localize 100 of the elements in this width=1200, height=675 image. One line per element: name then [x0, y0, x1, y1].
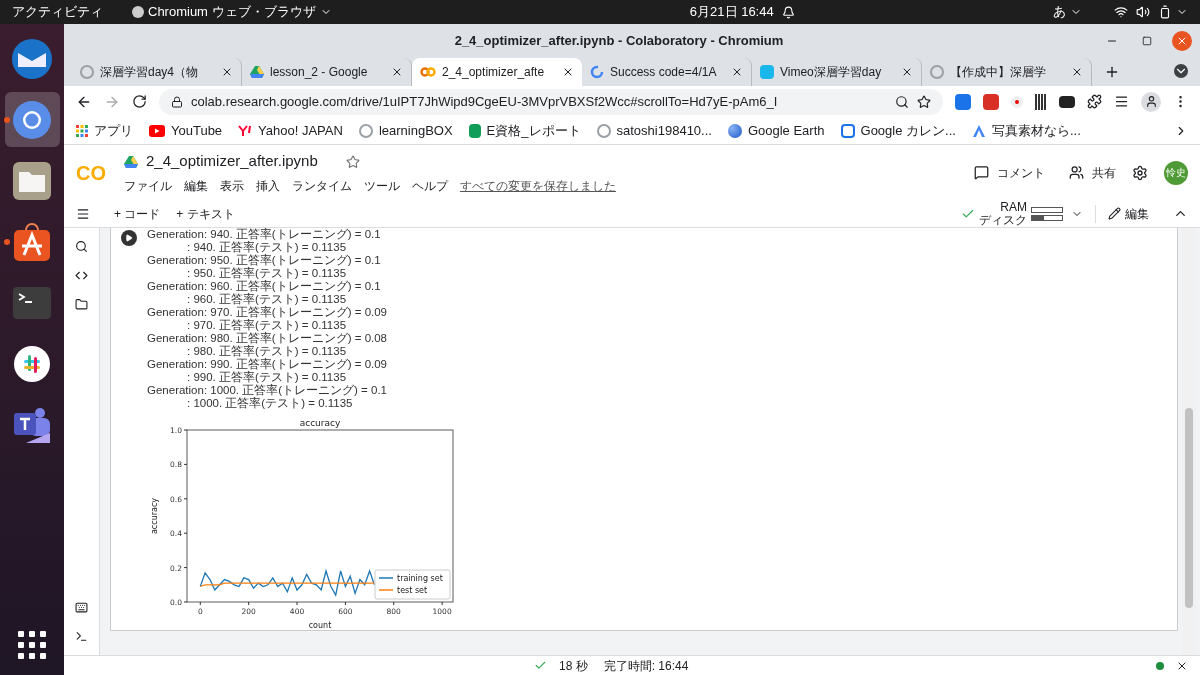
- extension-icon[interactable]: [1059, 95, 1075, 108]
- new-tab-icon[interactable]: [1104, 64, 1120, 80]
- bookmark[interactable]: E資格_レポート: [468, 120, 581, 141]
- bookmark[interactable]: Google カレン...: [840, 120, 956, 141]
- files-icon[interactable]: [75, 298, 88, 311]
- mail-app-icon[interactable]: [10, 36, 54, 81]
- bookmark[interactable]: YouTube: [149, 120, 223, 141]
- search-icon[interactable]: [75, 240, 88, 253]
- output-line: : 1000. 正答率(テスト) = 0.1135: [186, 397, 354, 410]
- person-icon: [1144, 95, 1158, 108]
- people-icon: [1069, 165, 1084, 180]
- output-line: Generation: 960. 正答率(トレーニング) = 0.1: [147, 280, 382, 293]
- code-snippets-icon[interactable]: [75, 269, 88, 282]
- shopping-bag-icon[interactable]: [12, 221, 52, 262]
- show-apps-grid-icon[interactable]: [18, 631, 46, 659]
- browser-icon[interactable]: [12, 99, 52, 140]
- maximize-icon[interactable]: [1142, 35, 1152, 46]
- bookmark-star-icon[interactable]: [917, 94, 931, 109]
- table-of-contents-icon[interactable]: [76, 206, 90, 221]
- tab-search-icon[interactable]: [1174, 64, 1188, 78]
- menu-item[interactable]: 表示: [220, 176, 244, 195]
- barcode-icon[interactable]: [1035, 93, 1047, 110]
- share-button[interactable]: 共有: [1069, 163, 1116, 182]
- close-tab-icon[interactable]: [1071, 66, 1083, 78]
- battery-icon[interactable]: [1158, 5, 1172, 19]
- execution-time: 18 秒: [559, 657, 588, 675]
- star-icon[interactable]: [345, 154, 360, 169]
- menu-item[interactable]: ランタイム: [292, 176, 352, 195]
- close-tab-icon[interactable]: [901, 66, 913, 78]
- site-icon: [80, 65, 94, 79]
- close-tab-icon[interactable]: [562, 66, 574, 78]
- tab-title: 2_4_optimizer_afte: [442, 64, 546, 81]
- volume-icon[interactable]: [1136, 5, 1150, 19]
- bookmark[interactable]: learningBOX: [358, 120, 453, 141]
- input-method-indicator[interactable]: あ: [1053, 2, 1082, 22]
- comment-button[interactable]: コメント: [974, 163, 1045, 182]
- triangle-icon: [971, 123, 986, 138]
- play-icon: [125, 234, 133, 242]
- extensions-icon[interactable]: [1087, 94, 1102, 109]
- site-icon: [930, 65, 944, 79]
- add-code-button[interactable]: + コード: [114, 204, 161, 223]
- search-icon[interactable]: [895, 94, 909, 109]
- tab-title: 深層学習day4（物: [100, 64, 200, 81]
- settings-icon[interactable]: [1132, 164, 1148, 181]
- wifi-icon[interactable]: [1114, 5, 1128, 19]
- record-icon[interactable]: [1011, 95, 1023, 108]
- bookmark[interactable]: satoshi198410...: [596, 120, 712, 141]
- menu-item[interactable]: ヘルプ: [412, 176, 448, 195]
- colab-logo-icon: [420, 67, 436, 77]
- pencil-icon: [1108, 207, 1121, 220]
- bookmark[interactable]: 写真素材なら...: [971, 120, 1081, 141]
- drive-icon: [124, 155, 138, 168]
- youtube-icon: [149, 124, 165, 137]
- output-line: : 940. 正答率(テスト) = 0.1135: [186, 241, 348, 254]
- profile-button[interactable]: [1141, 91, 1161, 112]
- user-avatar[interactable]: 怜史: [1164, 160, 1188, 185]
- output-line: : 970. 正答率(テスト) = 0.1135: [186, 319, 348, 332]
- browser-tab[interactable]: 2_4_optimizer_afte: [412, 58, 582, 86]
- gmail-icon[interactable]: [983, 93, 999, 110]
- notebook-title[interactable]: 2_4_optimizer_after.ipynb: [146, 150, 318, 173]
- close-button[interactable]: [1172, 30, 1192, 51]
- run-cell-button[interactable]: [121, 230, 137, 246]
- terminal-icon[interactable]: [75, 630, 88, 643]
- bookmark[interactable]: Yahoo! JAPAN: [238, 120, 343, 141]
- output-line: : 980. 正答率(テスト) = 0.1135: [186, 345, 348, 358]
- save-status-link[interactable]: すべての変更を保存しました: [460, 176, 616, 195]
- drive-icon: [250, 66, 264, 78]
- output-line: Generation: 990. 正答率(トレーニング) = 0.09: [147, 358, 388, 371]
- menu-item[interactable]: ファイル: [124, 176, 172, 195]
- tab-title: Vimeo深層学習day: [780, 64, 883, 81]
- lock-icon: [171, 95, 183, 108]
- y-logo-icon: [238, 124, 253, 137]
- app-menu[interactable]: Chromium ウェブ・ブラウザ: [132, 2, 332, 22]
- close-tab-icon[interactable]: [391, 66, 403, 78]
- close-tab-icon[interactable]: [731, 66, 743, 78]
- menu-item[interactable]: 編集: [184, 176, 208, 195]
- output-line: Generation: 1000. 正答率(トレーニング) = 0.1: [147, 384, 388, 397]
- terminal-icon[interactable]: [12, 285, 52, 320]
- command-palette-icon[interactable]: [75, 601, 88, 614]
- slack-icon[interactable]: [13, 344, 51, 383]
- address-bar[interactable]: colab.research.google.com/drive/1uIPT7JhWipd9CgeEU-3MVprVBXSf2Wcc#scrollTo=Hd7yE-pAm6_I: [159, 88, 943, 115]
- add-text-button[interactable]: + テキスト: [176, 204, 235, 223]
- close-tab-icon[interactable]: [221, 66, 233, 78]
- folder-icon[interactable]: [12, 160, 52, 201]
- vimeo-icon: [760, 65, 774, 79]
- menu-item[interactable]: 挿入: [256, 176, 280, 195]
- bookmark[interactable]: Google Earth: [727, 120, 825, 141]
- menu-item[interactable]: ツール: [364, 176, 400, 195]
- reload-icon[interactable]: [132, 94, 147, 109]
- colab-logo: CO: [76, 160, 107, 186]
- legend-label: training set: [397, 574, 443, 583]
- comment-icon: [974, 165, 989, 180]
- clock[interactable]: 6月21日 16:44: [589, 2, 795, 22]
- ram-label: RAM: [1000, 200, 1027, 214]
- bookmark[interactable]: アプリ: [76, 120, 133, 141]
- apps-grid-icon: [76, 124, 88, 137]
- legend-label: test set: [397, 586, 428, 595]
- edit-button[interactable]: 編集: [1095, 204, 1161, 223]
- globe-icon: [727, 123, 742, 138]
- activities-button[interactable]: アクティビティ: [12, 2, 132, 22]
